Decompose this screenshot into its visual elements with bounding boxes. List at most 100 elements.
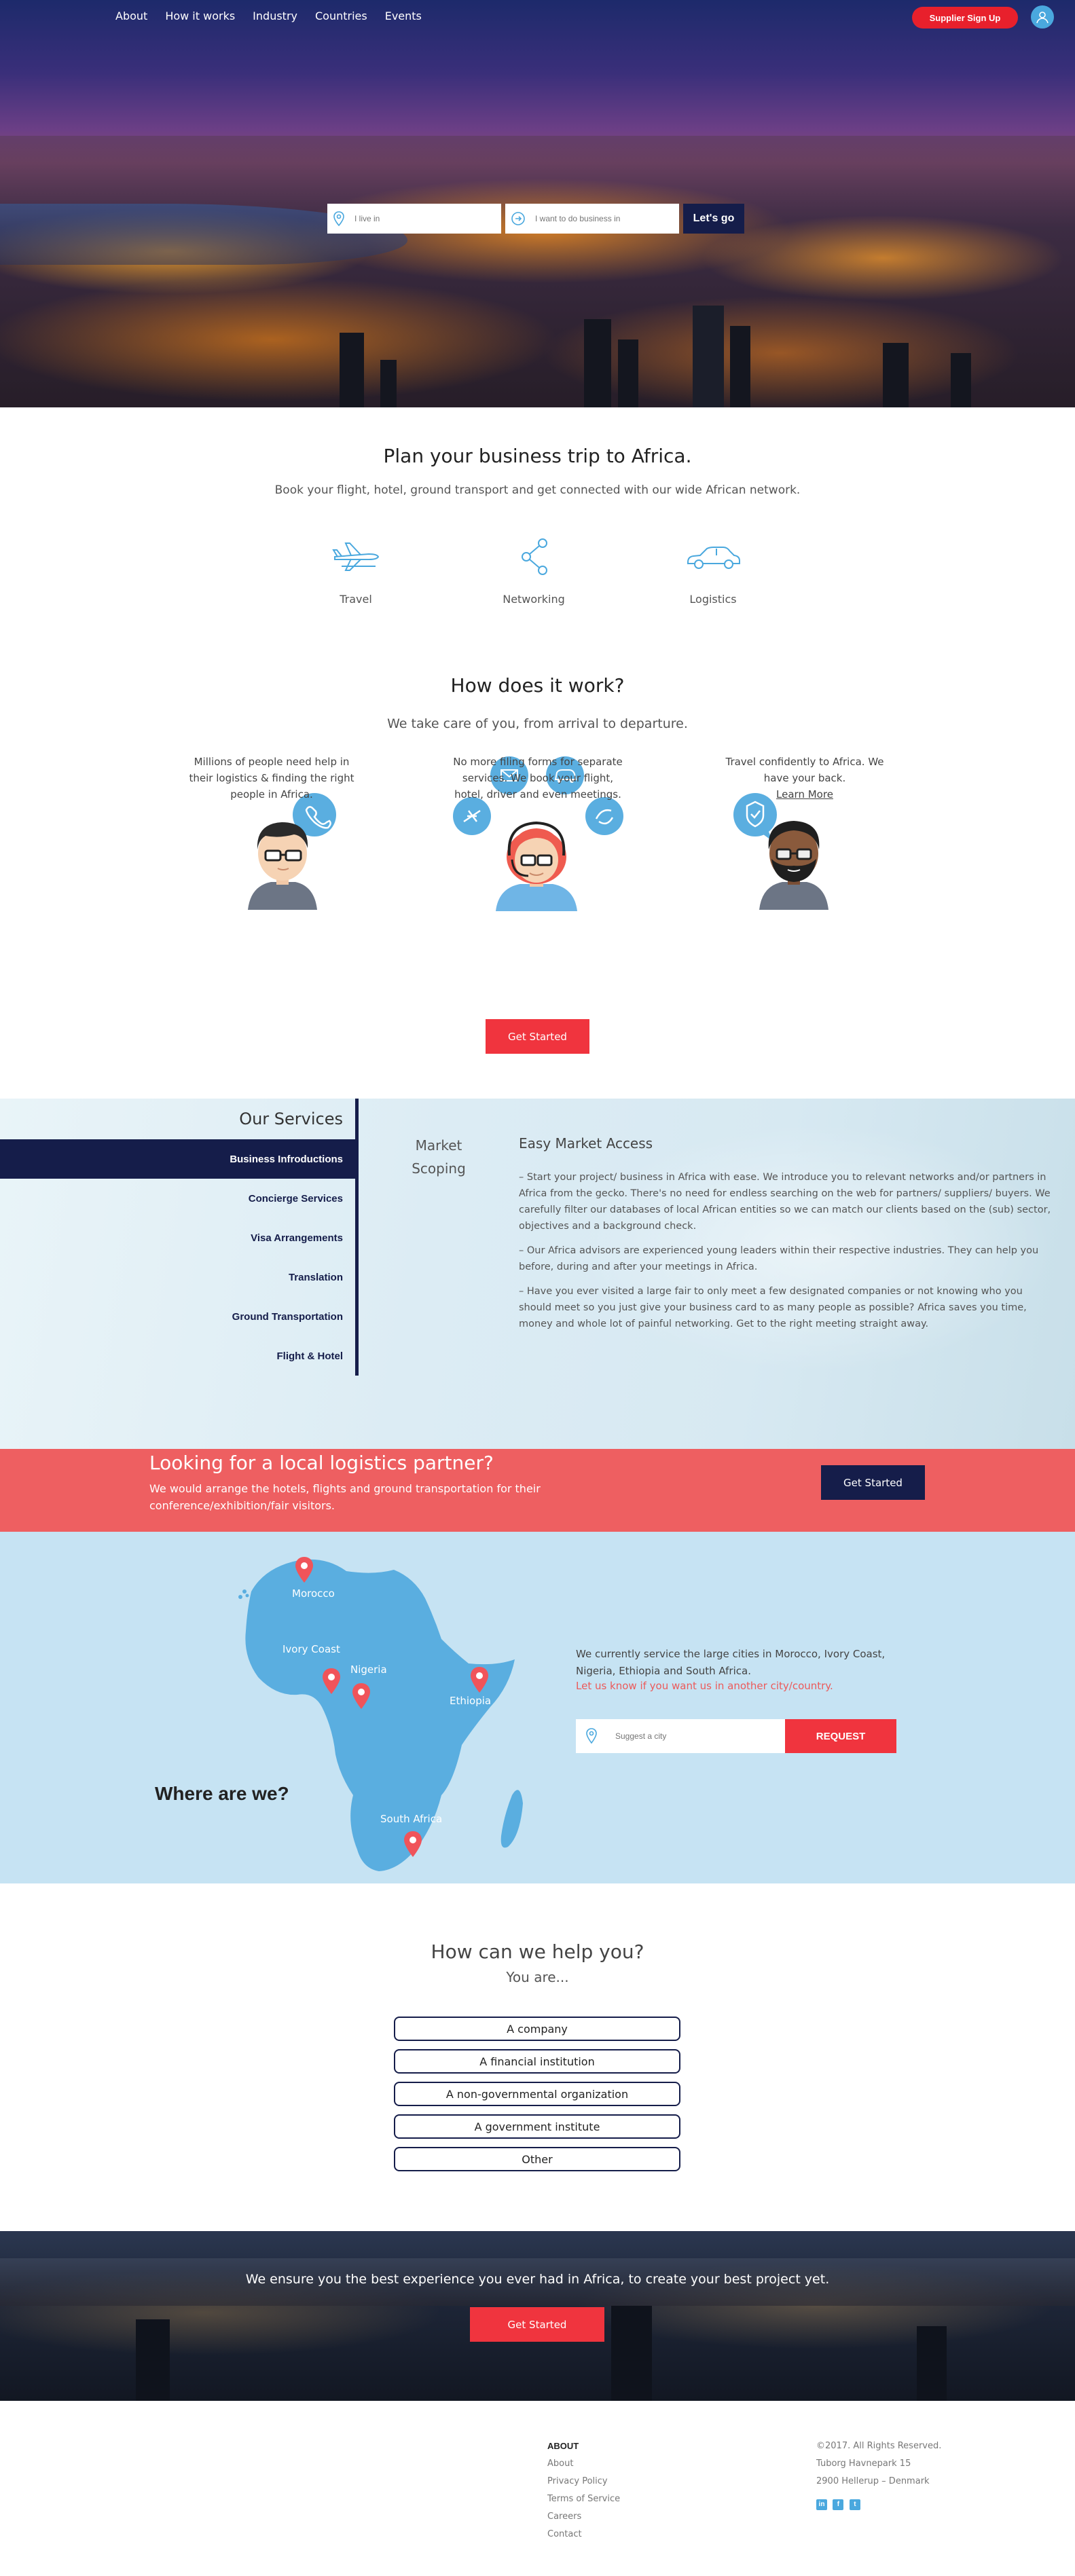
how-get-started-button[interactable]: Get Started: [486, 1019, 589, 1054]
city-suggest-field: [576, 1719, 785, 1753]
footer-link-terms[interactable]: Terms of Service: [547, 2490, 620, 2508]
service-paragraph: – Have you ever visited a large fair to …: [519, 1286, 1027, 1329]
business-in-field: [505, 204, 679, 234]
help-subtitle: You are...: [506, 1969, 569, 1985]
footer-address-line: Tuborg Havnepark 15: [816, 2459, 911, 2469]
nav-how-it-works[interactable]: How it works: [165, 10, 235, 22]
tab-market-scoping[interactable]: Market Scoping: [403, 1134, 474, 1180]
facebook-icon[interactable]: f: [833, 2499, 844, 2510]
live-in-field: [327, 204, 501, 234]
user-account-button[interactable]: [1031, 5, 1054, 29]
bottom-cta-banner: We ensure you the best experience you ev…: [0, 2231, 1075, 2401]
service-ground-transport[interactable]: Ground Transportation: [0, 1297, 359, 1336]
option-government-institute[interactable]: A government institute: [394, 2114, 680, 2139]
footer-link-careers[interactable]: Careers: [547, 2508, 620, 2526]
footer: ABOUT About Privacy Policy Terms of Serv…: [0, 2401, 1075, 2576]
services-heading: Our Services: [0, 1099, 359, 1139]
map-text: We currently service the large cities in…: [576, 1648, 886, 1677]
nav-industry[interactable]: Industry: [253, 10, 297, 22]
trip-search-bar: Let's go: [327, 204, 744, 234]
bottom-get-started-button[interactable]: Get Started: [470, 2307, 604, 2342]
user-icon: [1036, 12, 1049, 24]
feature-networking-label: Networking: [503, 593, 565, 606]
services-menu: Our Services Business Infroductions Conc…: [0, 1099, 359, 1376]
how-title: How does it work?: [450, 674, 625, 697]
how-step-3: Travel confidently to Africa. We have yo…: [716, 754, 893, 803]
location-pin-icon: [333, 211, 344, 226]
how-subtitle: We take care of you, from arrival to dep…: [387, 716, 688, 731]
footer-copyright: ©2017. All Rights Reserved.: [816, 2441, 942, 2451]
footer-link-contact[interactable]: Contact: [547, 2526, 620, 2543]
service-concierge[interactable]: Concierge Services: [0, 1179, 359, 1218]
lets-go-button[interactable]: Let's go: [683, 204, 744, 234]
feature-networking: Networking: [466, 536, 602, 606]
service-content-title: Easy Market Access: [519, 1135, 653, 1152]
footer-about-heading: ABOUT: [547, 2441, 579, 2451]
city-label-nigeria: Nigeria: [350, 1663, 387, 1676]
help-title: How can we help you?: [431, 1940, 644, 1963]
footer-about-links: ABOUT About Privacy Policy Terms of Serv…: [547, 2437, 620, 2543]
learn-more-link[interactable]: Learn More: [776, 788, 833, 801]
how-step-1: Millions of people need help in their lo…: [183, 754, 360, 803]
service-paragraph: – Our Africa advisors are experienced yo…: [519, 1245, 1039, 1272]
footer-social: in f t: [816, 2497, 941, 2510]
service-visa[interactable]: Visa Arrangements: [0, 1218, 359, 1257]
linkedin-icon[interactable]: in: [816, 2499, 827, 2510]
nav-events[interactable]: Events: [385, 10, 422, 22]
feature-travel: Travel: [288, 536, 424, 606]
map-section: Morocco Ivory Coast Nigeria Ethiopia Sou…: [0, 1532, 1075, 1883]
city-lights-background: [0, 136, 1075, 407]
service-translation[interactable]: Translation: [0, 1257, 359, 1297]
compass-icon: [511, 212, 525, 225]
option-other[interactable]: Other: [394, 2147, 680, 2171]
feature-logistics-label: Logistics: [689, 593, 737, 606]
plan-subtitle: Book your flight, hotel, ground transpor…: [274, 483, 801, 497]
how-step-2-text: No more filing forms for separate servic…: [453, 756, 623, 801]
traveler-avatar-illustration: [733, 793, 828, 910]
feature-logistics: Logistics: [645, 536, 781, 606]
footer-link-privacy[interactable]: Privacy Policy: [547, 2473, 620, 2490]
suggest-city-link[interactable]: Let us know if you want us in another ci…: [576, 1680, 833, 1692]
service-business-introductions[interactable]: Business Infroductions: [0, 1139, 359, 1179]
share-network-icon: [522, 538, 547, 575]
city-suggest-input[interactable]: [615, 1731, 765, 1741]
map-pin-icon[interactable]: [322, 1668, 341, 1695]
map-pin-icon[interactable]: [403, 1830, 422, 1858]
car-icon: [687, 547, 740, 569]
option-ngo[interactable]: A non-governmental organization: [394, 2082, 680, 2106]
logistics-banner: Looking for a local logistics partner? W…: [0, 1449, 1075, 1532]
supplier-signup-button[interactable]: Supplier Sign Up: [912, 7, 1018, 29]
city-label-south-africa: South Africa: [380, 1813, 443, 1825]
city-label-ethiopia: Ethiopia: [450, 1695, 492, 1707]
logistics-title: Looking for a local logistics partner?: [149, 1452, 494, 1474]
option-company[interactable]: A company: [394, 2017, 680, 2041]
how-step-3-text: Travel confidently to Africa. We have yo…: [725, 756, 884, 784]
twitter-icon[interactable]: t: [849, 2499, 860, 2510]
nav-about[interactable]: About: [115, 10, 147, 22]
live-in-input[interactable]: [354, 214, 477, 223]
customer-avatar-illustration: [248, 793, 336, 910]
madagascar-landmass: [500, 1790, 523, 1848]
africa-map: [238, 1559, 523, 1871]
footer-company-info: ©2017. All Rights Reserved. Tuborg Havne…: [816, 2437, 941, 2510]
business-in-input[interactable]: [535, 214, 657, 223]
footer-link-about[interactable]: About: [547, 2455, 620, 2473]
option-financial-institution[interactable]: A financial institution: [394, 2049, 680, 2074]
map-pin-icon[interactable]: [295, 1556, 314, 1583]
logistics-get-started-button[interactable]: Get Started: [821, 1465, 925, 1500]
map-pin-icon[interactable]: [352, 1682, 371, 1710]
request-city-button[interactable]: REQUEST: [785, 1719, 896, 1753]
service-content-body: – Start your project/ business in Africa…: [519, 1169, 1051, 1332]
service-flight-hotel[interactable]: Flight & Hotel: [0, 1336, 359, 1376]
plan-title: Plan your business trip to Africa.: [383, 445, 692, 467]
footer-address-line: 2900 Hellerup – Denmark: [816, 2476, 930, 2486]
feature-travel-label: Travel: [340, 593, 372, 606]
city-label-ivory-coast: Ivory Coast: [283, 1643, 340, 1655]
map-pin-icon[interactable]: [470, 1666, 489, 1693]
services-section: Our Services Business Infroductions Conc…: [0, 1099, 1075, 1449]
nav-countries[interactable]: Countries: [315, 10, 367, 22]
hero-banner: About How it works Industry Countries Ev…: [0, 0, 1075, 407]
how-step-1-text: Millions of people need help in their lo…: [189, 756, 354, 801]
airplane-icon: [332, 542, 380, 571]
service-paragraph: – Start your project/ business in Africa…: [519, 1172, 1051, 1232]
